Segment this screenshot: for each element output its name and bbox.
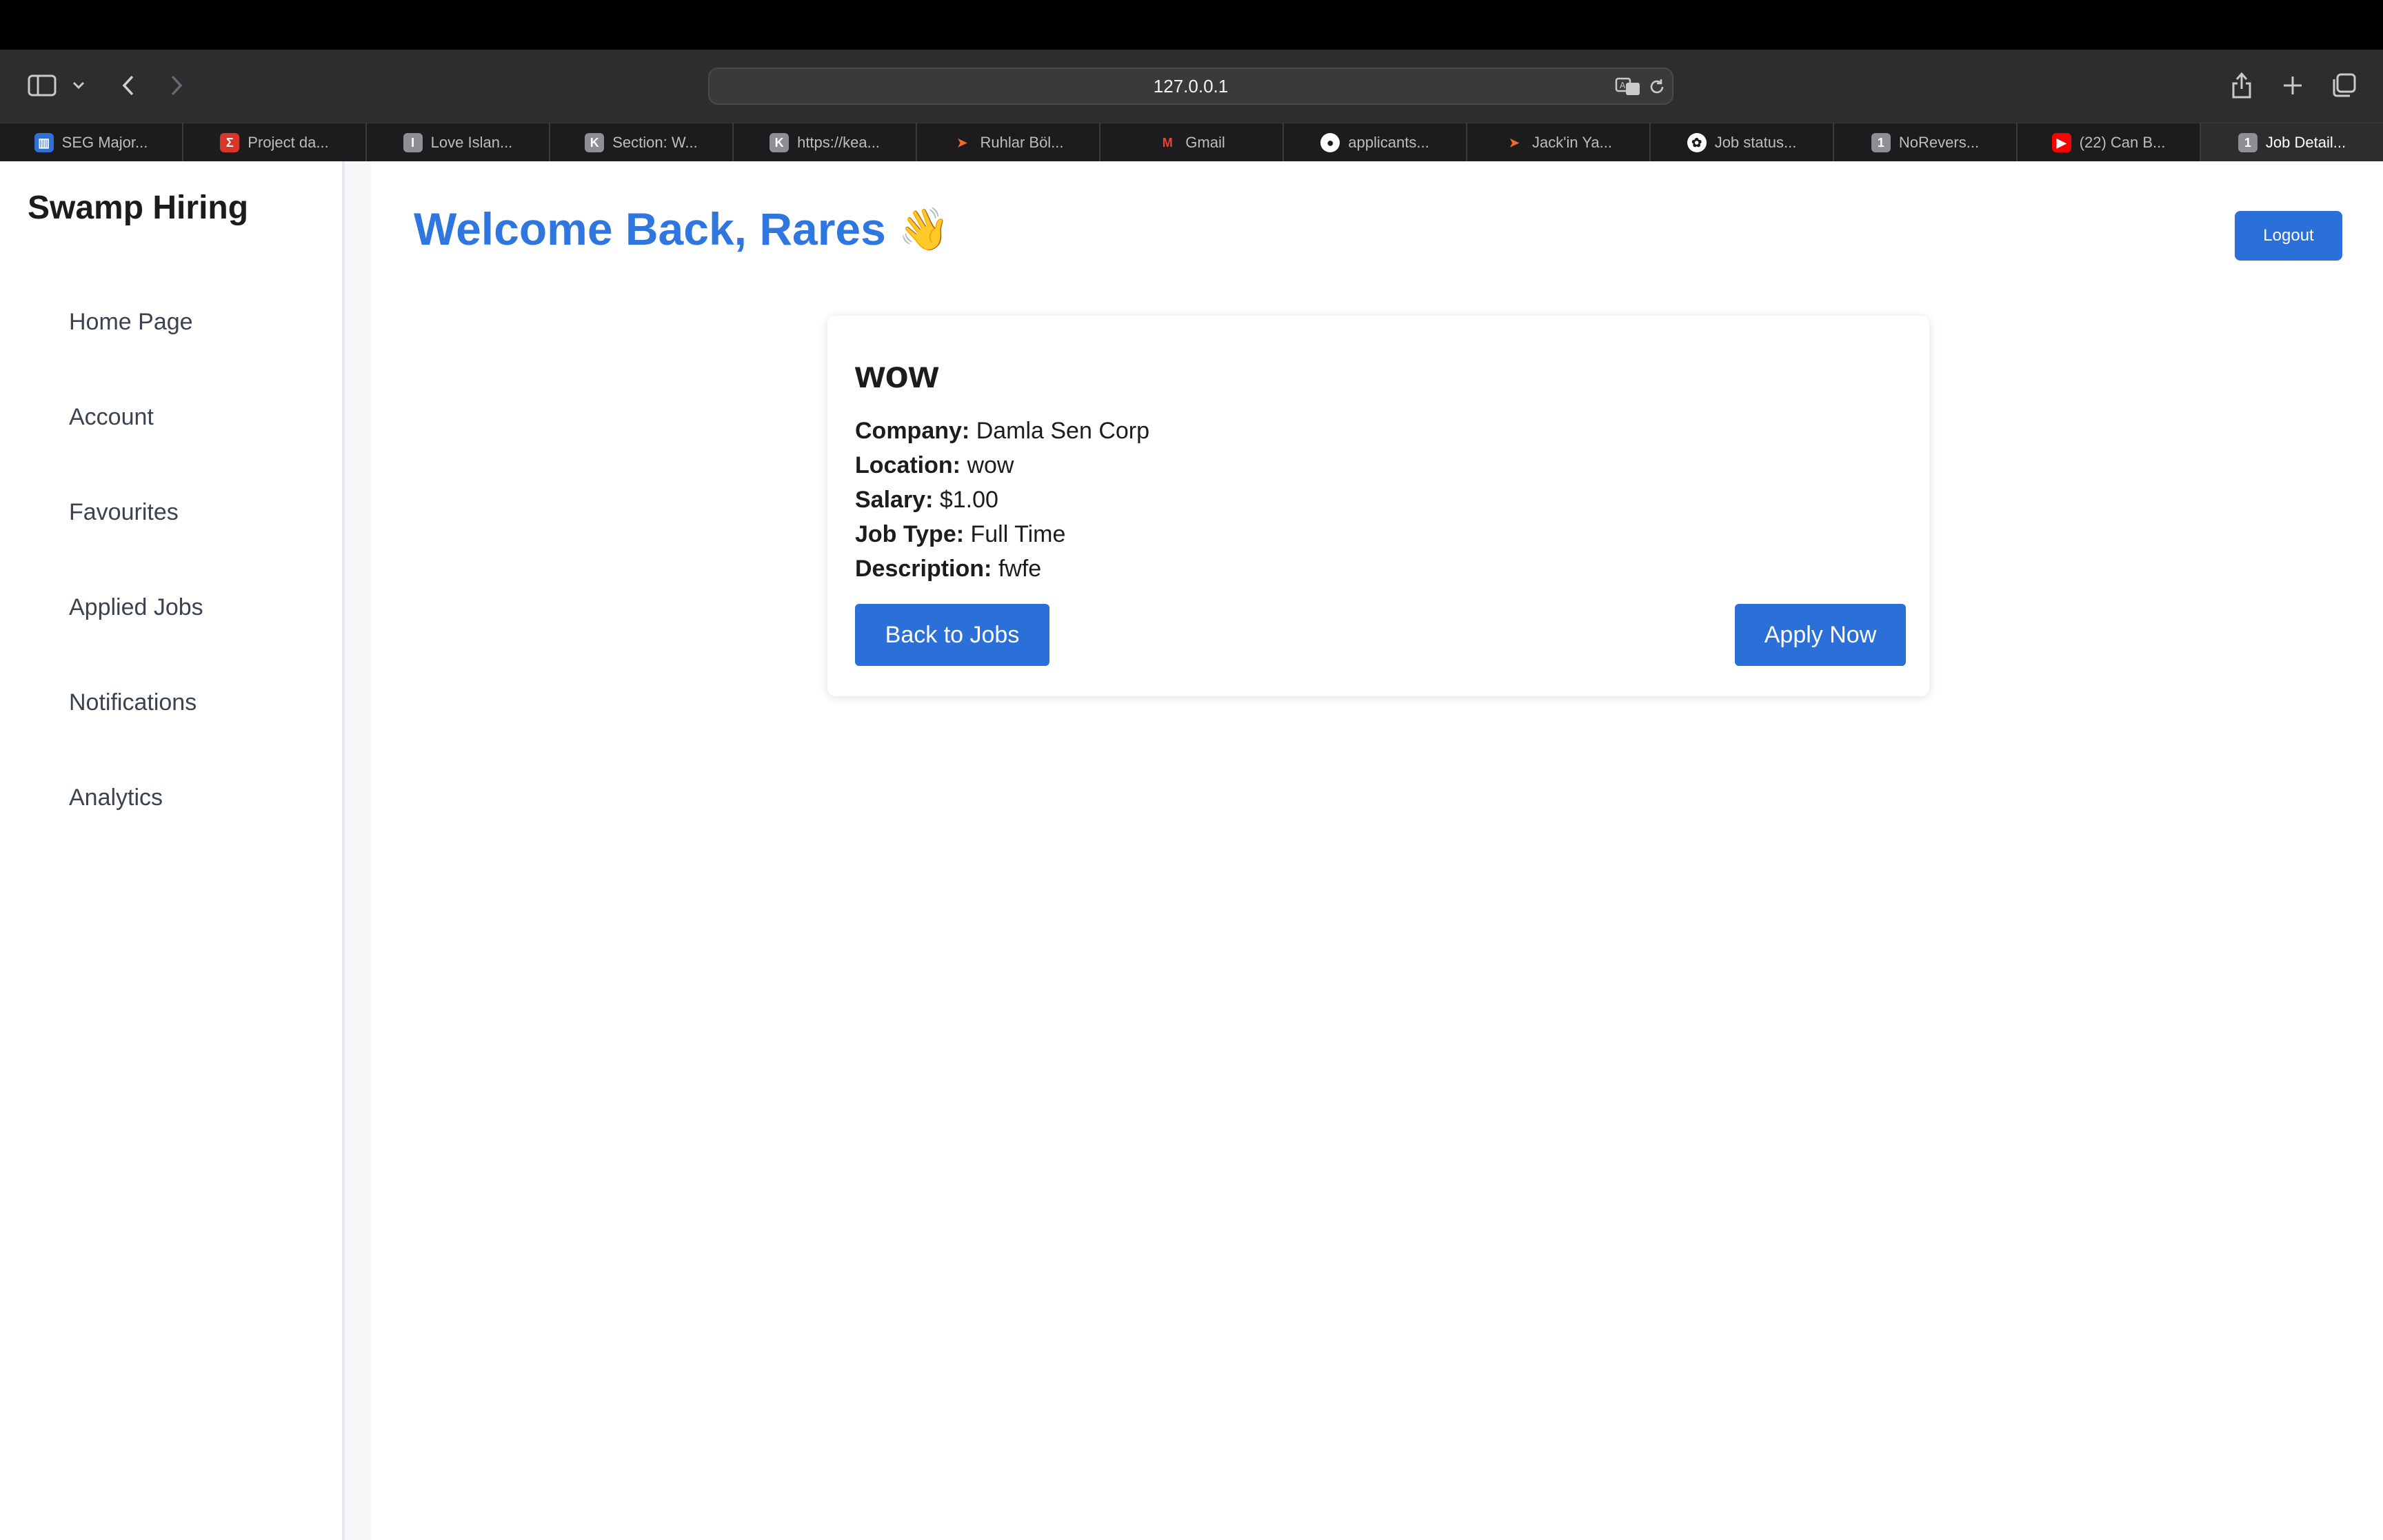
address-bar[interactable]: 127.0.0.1 A [708,68,1673,105]
svg-text:A: A [1620,81,1626,90]
sidebar-item-notifications[interactable]: Notifications [69,689,197,716]
browser-tab[interactable]: ➤ Ruhlar Böl... [917,123,1100,162]
github-icon: ● [1320,133,1340,152]
welcome-text: Welcome Back, Rares [414,203,886,254]
browser-tab[interactable]: ✿ Job status... [1651,123,1834,162]
job-detail-card: wow Company: Damla Sen Corp Location: wo… [827,316,1929,696]
play-arrow-icon: ➤ [956,135,968,150]
browser-tab[interactable]: ▥ SEG Major... [0,123,183,162]
tab-label: SEG Major... [61,134,148,151]
tab-group-dropdown[interactable] [68,73,90,98]
field-label: Job Type: [855,521,965,547]
browser-tab[interactable]: ● applicants... [1284,123,1467,162]
sidebar: Swamp Hiring Home Page Account Favourite… [0,161,345,1540]
url-text: 127.0.0.1 [1153,75,1229,97]
sidebar-toggle-button[interactable] [25,70,59,101]
browser-tab[interactable]: 1 NoRevers... [1834,123,2018,162]
chevron-down-icon [72,81,85,90]
job-field-description: Description: fwfe [855,556,1041,582]
gmail-icon: M [1162,135,1173,150]
letter-i-icon: I [403,133,423,152]
tab-label: Project da... [248,134,329,151]
tab-bar: ▥ SEG Major... Σ Project da... I Love Islan..… [0,123,2383,162]
tab-label: Ruhlar Böl... [980,134,1064,151]
openai-icon: ✿ [1687,133,1707,152]
sidebar-icon [28,74,57,97]
field-label: Company: [855,418,970,444]
tab-label: Love Islan... [430,134,513,151]
browser-tab[interactable]: M Gmail [1100,123,1284,162]
sigma-icon: Σ [220,133,240,152]
main-content: Welcome Back, Rares 👋 Logout wow Company… [371,161,2383,1540]
chevron-right-icon [171,75,183,96]
tab-overview-icon [2333,73,2356,97]
field-value: wow [967,452,1014,478]
translate-button[interactable]: A [1614,76,1642,98]
sidebar-gutter [345,161,371,1540]
reload-button[interactable] [1646,76,1668,98]
browser-tab[interactable]: ▶ (22) Can B... [2018,123,2201,162]
browser-tab[interactable]: Σ Project da... [183,123,367,162]
tab-label: Gmail [1185,134,1225,151]
chevron-left-icon [122,75,134,96]
apply-now-button[interactable]: Apply Now [1735,604,1906,666]
job-title: wow [855,352,939,396]
youtube-icon: ▶ [2051,133,2071,152]
sidebar-item-favourites[interactable]: Favourites [69,499,179,526]
job-field-job-type: Job Type: Full Time [855,521,1065,548]
share-icon [2232,72,2251,99]
back-button[interactable] [114,69,142,102]
sidebar-item-home-page[interactable]: Home Page [69,309,193,336]
field-value: fwfe [998,556,1042,582]
browser-tab[interactable]: K Section: W... [550,123,734,162]
tab-label: (22) Can B... [2079,134,2166,151]
browser-tab[interactable]: ➤ Jack'in Ya... [1467,123,1651,162]
number-1-icon: 1 [1871,133,1891,152]
field-label: Salary: [855,487,934,513]
plus-icon [2284,77,2302,94]
field-value: Full Time [970,521,1066,547]
share-button[interactable] [2226,68,2258,103]
tab-label: Job Detail... [2265,134,2346,151]
play-arrow-icon: ➤ [1509,135,1520,150]
tab-label: NoRevers... [1898,134,1980,151]
browser-tab[interactable]: 1 Job Detail... [2201,123,2383,162]
new-tab-button[interactable] [2277,69,2309,102]
tab-label: Section: W... [612,134,698,151]
job-field-company: Company: Damla Sen Corp [855,418,1149,445]
tab-label: https://kea... [797,134,880,151]
trello-icon: ▥ [34,133,54,152]
translate-icon: A [1615,77,1640,95]
sidebar-item-applied-jobs[interactable]: Applied Jobs [69,594,203,621]
brand-title: Swamp Hiring [28,190,249,226]
field-value: Damla Sen Corp [976,418,1150,444]
sidebar-item-account[interactable]: Account [69,404,154,431]
letter-k-icon: K [585,133,605,152]
job-field-location: Location: wow [855,452,1014,479]
sidebar-item-analytics[interactable]: Analytics [69,784,163,811]
browser-tab[interactable]: I Love Islan... [367,123,550,162]
number-1-icon: 1 [2238,133,2258,152]
field-label: Description: [855,556,992,582]
page-title: Welcome Back, Rares 👋 [414,203,950,255]
letter-k-icon: K [770,133,790,152]
reload-icon [1650,79,1664,94]
logout-button[interactable]: Logout [2235,211,2342,261]
tab-label: Job status... [1714,134,1797,151]
back-to-jobs-button[interactable]: Back to Jobs [855,604,1049,666]
wave-icon: 👋 [898,205,950,254]
tab-label: applicants... [1348,134,1429,151]
field-label: Location: [855,452,961,478]
field-value: $1.00 [939,487,998,513]
browser-tab[interactable]: Khttps://kea... [734,123,917,162]
tab-overview-button[interactable] [2328,69,2360,102]
menu-bar [0,0,2383,50]
tab-label: Jack'in Ya... [1532,134,1612,151]
job-field-salary: Salary: $1.00 [855,487,998,514]
forward-button[interactable] [163,69,190,102]
